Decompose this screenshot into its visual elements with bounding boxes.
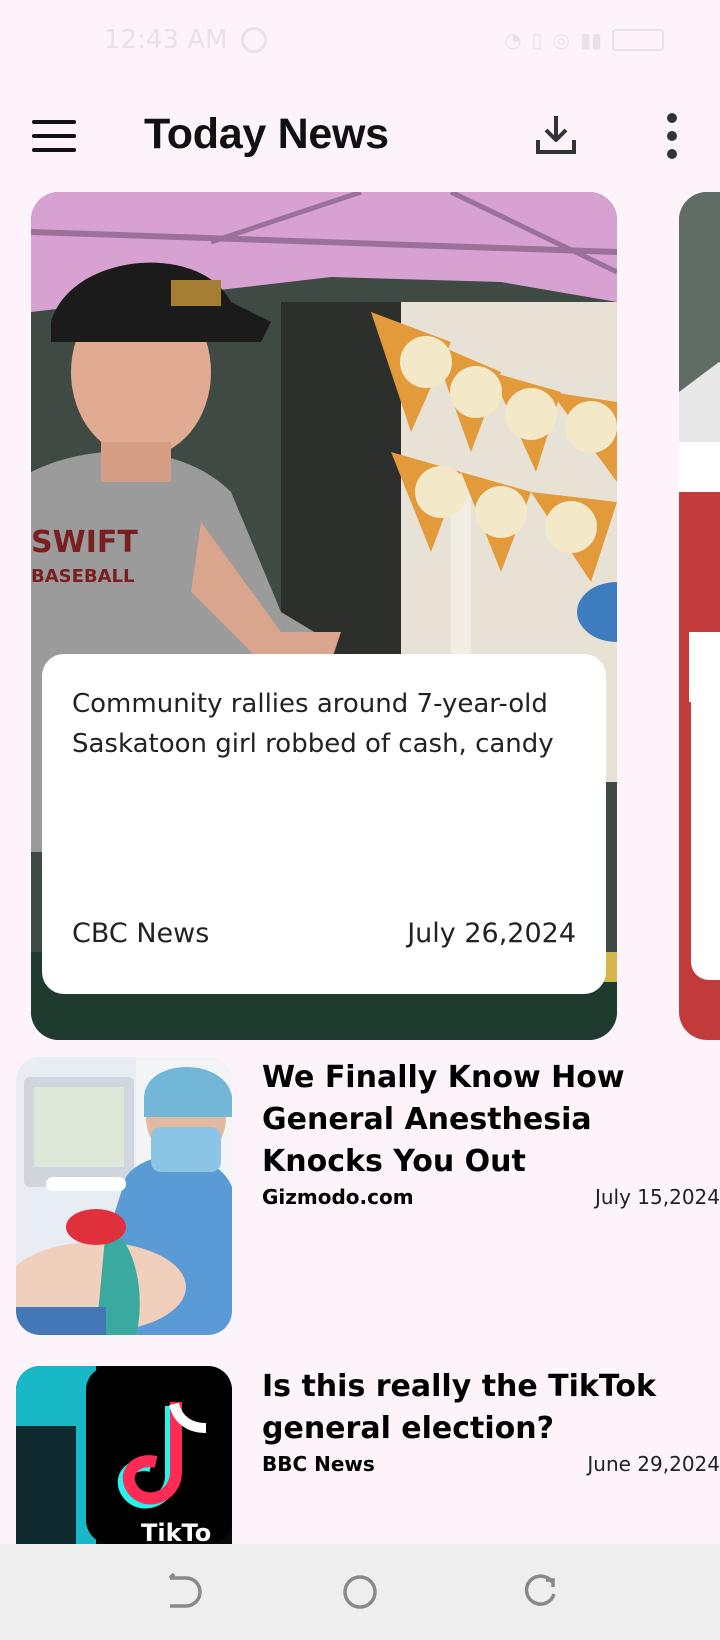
svg-text:BASEBALL: BASEBALL [31,566,135,587]
featured-news-title: Community rallies around 7-year-old Sask… [72,689,554,759]
status-icons: ◔ ▯ ◎ ▮▮ [504,28,664,52]
svg-text:SWIFT: SWIFT [31,525,138,560]
page-title: Today News [144,110,389,158]
featured-news-info: Community rallies around 7-year-old Sask… [42,654,606,994]
app-bar: Today News [0,96,720,176]
menu-icon-line [32,148,76,152]
back-icon [168,1572,202,1608]
tiktok-image: TikTo [16,1366,232,1544]
status-bar: 12:43 AM ◔ ▯ ◎ ▮▮ [0,0,720,80]
system-nav-bar [0,1544,720,1640]
news-date: July 15,2024 [594,1185,720,1209]
signal-icon: ▮▮ [579,28,602,52]
recents-button[interactable] [516,1568,564,1616]
news-thumbnail: TikTo [16,1366,232,1544]
featured-news-date: July 26,2024 [407,918,576,949]
featured-news-card[interactable]: SWIFT BASEBALL Community rallies around … [31,192,617,1040]
news-date: June 29,2024 [587,1452,720,1476]
notification-icon [241,27,268,53]
menu-icon-line [32,134,76,138]
featured-news-meta: CBC News July 26,2024 [72,918,576,949]
back-button[interactable] [156,1568,204,1616]
home-icon [343,1575,377,1609]
status-time: 12:43 AM [104,25,228,55]
recents-icon [524,1574,556,1606]
news-title: Is this really the TikTok general electi… [262,1369,656,1446]
next-featured-image [679,192,720,1040]
menu-button[interactable] [24,110,88,162]
next-featured-card[interactable] [679,192,720,1040]
news-source: BBC News [262,1452,375,1476]
more-vert-icon [667,113,677,159]
news-list-item[interactable]: TikTo Is this really the TikTok general … [16,1366,720,1544]
status-left: 12:43 AM [104,25,268,55]
news-list-item[interactable]: We Finally Know How General Anesthesia K… [16,1057,720,1335]
news-source: Gizmodo.com [262,1185,414,1209]
more-options-button[interactable] [648,108,696,164]
download-button[interactable] [530,110,582,162]
vibrate-icon: ▯ [531,28,543,52]
menu-icon [32,120,76,124]
home-button[interactable] [336,1568,384,1616]
news-thumbnail [16,1057,232,1335]
svg-text:TikTo: TikTo [141,1519,211,1544]
anesthesia-image [16,1057,232,1335]
featured-news-source: CBC News [72,918,210,949]
alarm-icon: ◔ [504,28,522,52]
battery-icon [612,29,664,51]
news-title: We Finally Know How General Anesthesia K… [262,1060,625,1179]
wifi-icon: ◎ [552,28,570,52]
download-icon [536,116,576,154]
featured-carousel[interactable]: SWIFT BASEBALL Community rallies around … [0,192,720,1042]
